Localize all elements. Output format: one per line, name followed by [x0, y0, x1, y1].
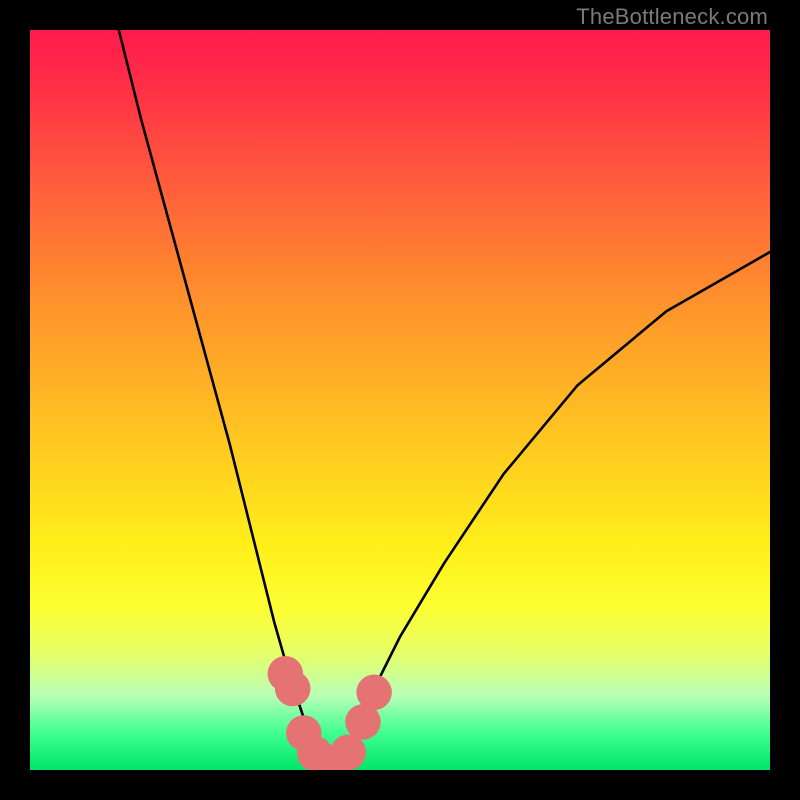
marker-dot	[330, 734, 366, 770]
marker-dot	[275, 671, 311, 707]
plot-area	[30, 30, 770, 770]
chart-svg	[30, 30, 770, 770]
bottleneck-curve	[119, 30, 770, 761]
watermark-text: TheBottleneck.com	[576, 4, 768, 30]
chart-frame: TheBottleneck.com	[0, 0, 800, 800]
marker-dot	[356, 675, 392, 711]
highlight-markers	[268, 656, 392, 770]
